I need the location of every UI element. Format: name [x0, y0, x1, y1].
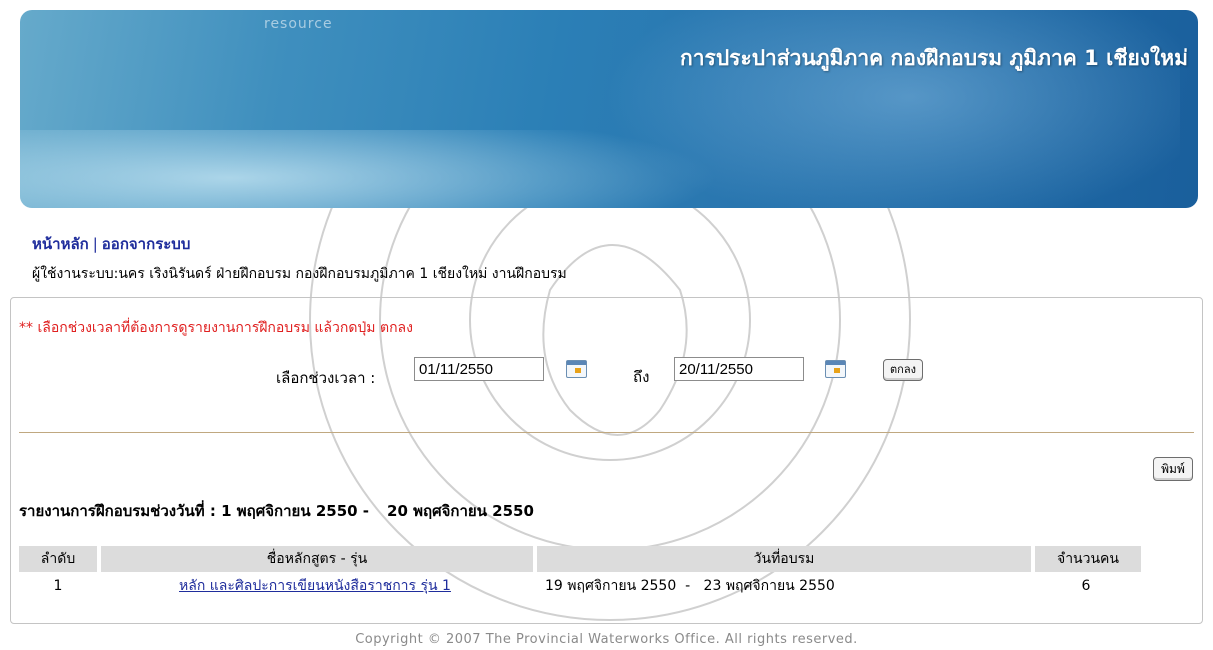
row-number: 1: [53, 578, 63, 594]
banner-title: การประปาส่วนภูมิภาค กองฝึกอบรม ภูมิภาค 1…: [680, 46, 1188, 70]
report-table: ลำดับ ชื่อหลักสูตร - รุ่น วันที่อบรม จำน…: [19, 546, 1141, 600]
home-link[interactable]: หน้าหลัก: [32, 235, 89, 253]
calendar-icon[interactable]: [566, 360, 587, 378]
report-panel: ** เลือกช่วงเวลาที่ต้องการดูรายงานการฝึก…: [10, 297, 1203, 624]
banner-blur-text: resource: [264, 16, 333, 32]
course-link[interactable]: หลัก และศิลปะการเขียนหนังสือราชการ รุ่น …: [179, 578, 451, 594]
table-row: 1 หลัก และศิลปะการเขียนหนังสือราชการ รุ่…: [19, 572, 1141, 600]
top-nav: หน้าหลัก | ออกจากระบบ: [32, 232, 190, 256]
column-header: ลำดับ: [19, 546, 97, 572]
user-info: ผู้ใช้งานระบบ:นคร เริงนิรันดร์ ฝ่ายฝึกอบ…: [32, 266, 567, 282]
participant-count: 6: [1081, 578, 1091, 594]
nav-separator: |: [92, 235, 98, 253]
report-title-end: 20 พฤศจิกายน 2550: [387, 502, 534, 520]
report-title-prefix: รายงานการฝึกอบรมช่วงวันที่ : 1 พฤศจิกายน…: [19, 502, 370, 520]
column-header: ชื่อหลักสูตร - รุ่น: [97, 546, 533, 572]
divider: [19, 432, 1194, 433]
footer-copyright: Copyright © 2007 The Provincial Waterwor…: [355, 632, 858, 647]
date-to-input[interactable]: [674, 357, 804, 381]
to-label: ถึง: [633, 368, 650, 386]
table-header-row: ลำดับ ชื่อหลักสูตร - รุ่น วันที่อบรม จำน…: [19, 546, 1141, 572]
calendar-icon[interactable]: [825, 360, 846, 378]
ok-button[interactable]: ตกลง: [883, 359, 923, 381]
date-from-input[interactable]: [414, 357, 544, 381]
logout-link[interactable]: ออกจากระบบ: [102, 235, 191, 253]
print-button[interactable]: พิมพ์: [1153, 457, 1193, 481]
report-title: รายงานการฝึกอบรมช่วงวันที่ : 1 พฤศจิกายน…: [19, 499, 534, 523]
instruction-text: ** เลือกช่วงเวลาที่ต้องการดูรายงานการฝึก…: [19, 320, 413, 336]
column-header: จำนวนคน: [1031, 546, 1141, 572]
column-header: วันที่อบรม: [533, 546, 1031, 572]
training-dates: 19 พฤศจิกายน 2550 - 23 พฤศจิกายน 2550: [545, 578, 835, 594]
header-banner: resource การประปาส่วนภูมิภาค กองฝึกอบรม …: [20, 10, 1198, 208]
range-label: เลือกช่วงเวลา :: [276, 369, 376, 387]
